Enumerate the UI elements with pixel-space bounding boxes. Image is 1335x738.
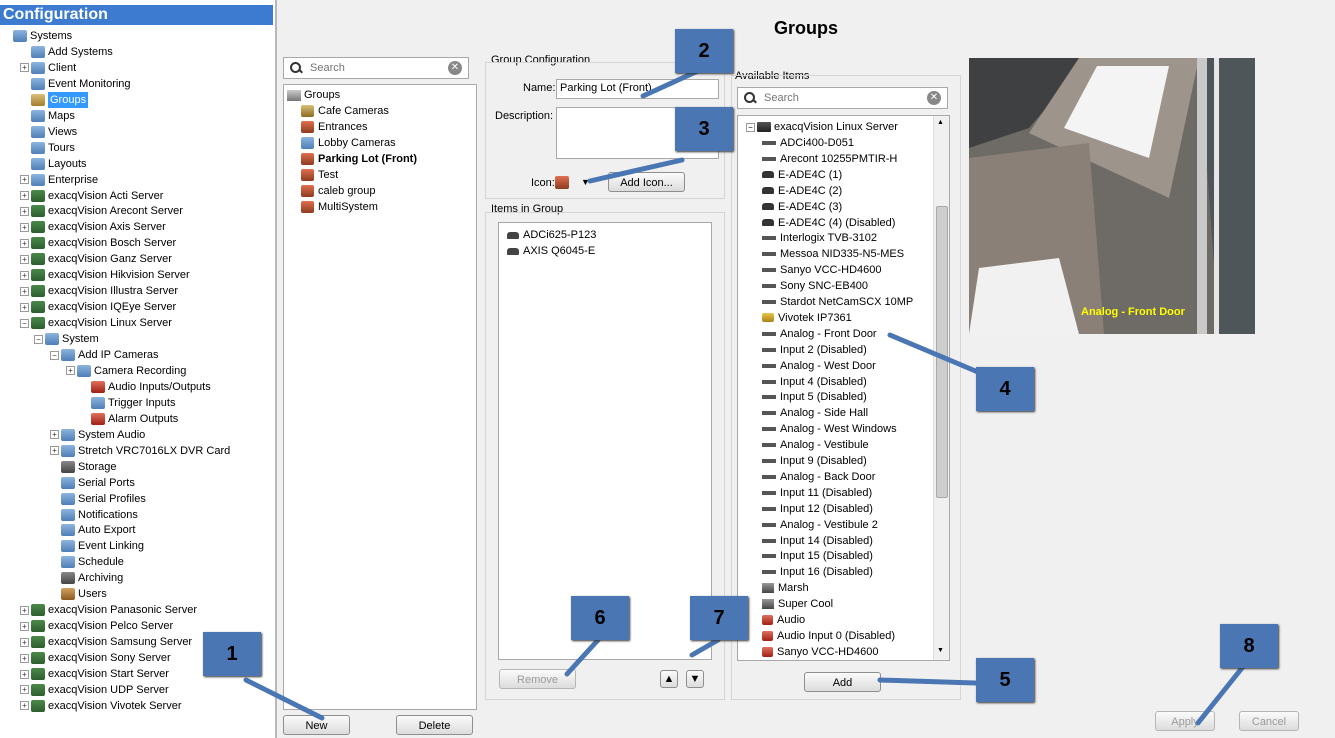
callout-7-arrow bbox=[689, 637, 721, 658]
callout-8-arrow bbox=[1195, 665, 1245, 726]
callout-6-arrow bbox=[564, 637, 601, 677]
callout-6: 6 bbox=[571, 596, 629, 640]
callout-2: 2 bbox=[675, 29, 733, 73]
callout-1-arrow bbox=[243, 677, 325, 721]
callout-3-arrow bbox=[587, 157, 685, 184]
callout-5: 5 bbox=[976, 658, 1034, 702]
callout-2-arrow bbox=[640, 67, 703, 99]
callout-7: 7 bbox=[690, 596, 748, 640]
callout-1: 1 bbox=[203, 632, 261, 676]
callout-4-arrow bbox=[887, 332, 988, 378]
callout-5-arrow bbox=[877, 677, 978, 686]
callout-arrows bbox=[243, 67, 1245, 726]
callout-4: 4 bbox=[976, 367, 1034, 411]
callout-8: 8 bbox=[1220, 624, 1278, 668]
callout-3: 3 bbox=[675, 107, 733, 151]
